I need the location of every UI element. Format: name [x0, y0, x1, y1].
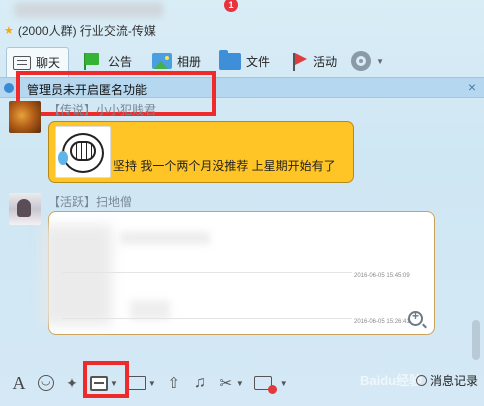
gift-icon[interactable] [90, 375, 108, 391]
announcement-icon [83, 52, 103, 70]
timestamp: 2016-06-05 15:45:09 [354, 273, 410, 279]
info-icon [4, 83, 14, 93]
music-icon[interactable]: ♫ [192, 373, 208, 393]
tab-album[interactable]: 相册 [146, 47, 209, 75]
tab-file[interactable]: 文件 [213, 47, 278, 75]
star-icon: ★ [4, 25, 14, 37]
chevron-down-icon[interactable]: ▼ [148, 379, 156, 388]
chevron-down-icon: ▼ [376, 56, 384, 66]
screenshot-scissors-icon[interactable]: ✂ [218, 373, 234, 393]
divider [62, 318, 352, 319]
tab-file-label: 文件 [246, 54, 271, 69]
chevron-down-icon[interactable]: ▼ [236, 379, 244, 388]
tab-album-label: 相册 [177, 54, 202, 69]
chevron-down-icon[interactable]: ▼ [280, 379, 288, 388]
blurred-content [42, 225, 112, 325]
magic-emoji-icon[interactable]: ✦ [64, 373, 80, 393]
avatar[interactable] [9, 101, 41, 133]
tab-bar: 聊天 公告 相册 文件 活动 ▼ [6, 46, 392, 77]
blurred-content [120, 232, 210, 244]
divider [62, 272, 352, 273]
clock-icon [416, 375, 427, 386]
close-icon[interactable]: × [468, 79, 476, 95]
album-icon [152, 53, 173, 69]
blurred-title-region [14, 2, 164, 18]
notice-text: 管理员未开启匿名功能 [27, 83, 148, 97]
timestamp: 2016-06-05 15:26:41 [354, 319, 410, 325]
gear-icon [351, 51, 372, 71]
blurred-content [130, 300, 170, 320]
tab-activity-label: 活动 [313, 54, 338, 69]
tab-announcement-label: 公告 [108, 54, 133, 69]
emoji-icon[interactable] [38, 374, 54, 391]
upload-icon[interactable]: ⇧ [166, 373, 182, 393]
file-icon [219, 49, 242, 70]
watermark-text: Baidu经验 [360, 373, 423, 388]
message-history-button[interactable]: 消息记录 [416, 372, 478, 389]
font-button[interactable]: A [10, 373, 28, 393]
history-label: 消息记录 [430, 374, 479, 388]
anonymous-notice-bar: 管理员未开启匿名功能 × [0, 77, 484, 98]
group-title: ★ (2000人群) 行业交流-传媒 [4, 24, 156, 38]
message-text: 坚持 我一个两个月没推荐 上星期开始有了 [113, 159, 336, 173]
tab-chat-label: 聊天 [36, 56, 61, 70]
settings-button[interactable]: ▼ [345, 47, 392, 75]
image-icon[interactable] [127, 376, 146, 390]
message-bubble: 坚持 我一个两个月没推荐 上星期开始有了 [48, 121, 354, 183]
title-bar: ★ (2000人群) 行业交流-传媒 [0, 0, 484, 42]
crying-emoji-sticker [55, 126, 111, 178]
shake-window-icon[interactable] [253, 376, 277, 394]
chevron-down-icon[interactable]: ▼ [110, 379, 118, 388]
tab-announcement[interactable]: 公告 [77, 47, 140, 75]
activity-flag-icon [290, 51, 308, 71]
chat-icon [13, 55, 31, 70]
tab-chat[interactable]: 聊天 [6, 47, 70, 77]
sender-name[interactable]: 【活跃】扫地僧 [48, 193, 132, 210]
sender-name[interactable]: 【传说】小小犯贱君 [48, 101, 156, 118]
avatar[interactable] [9, 193, 41, 225]
tab-activity[interactable]: 活动 [284, 47, 345, 75]
zoom-in-icon[interactable] [408, 309, 423, 326]
scrollbar-thumb[interactable] [472, 320, 480, 360]
